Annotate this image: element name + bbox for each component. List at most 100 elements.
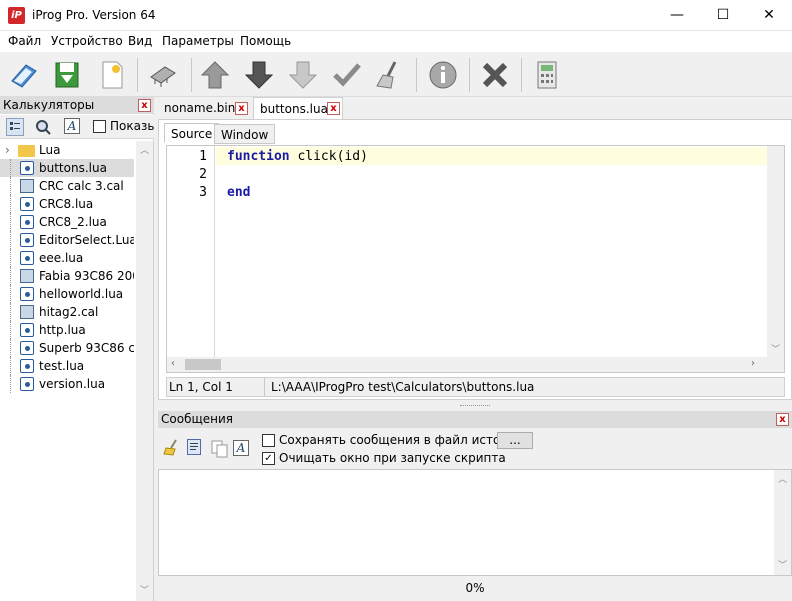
menu-help[interactable]: Помощь <box>240 34 291 48</box>
expand-chevron-icon[interactable]: › <box>5 141 10 159</box>
window-title: iProg Pro. Version 64 <box>32 8 156 22</box>
tree-item[interactable]: test.lua <box>0 357 134 375</box>
clear-on-start-checkbox[interactable]: ✓ <box>262 452 275 465</box>
tree-item-label: CRC calc 3.cal <box>39 179 124 193</box>
save-icon[interactable] <box>48 56 86 94</box>
new-file-icon[interactable] <box>92 56 130 94</box>
progress-status: 0% <box>465 581 485 595</box>
tree-folder[interactable]: › Lua <box>0 141 134 159</box>
subtab-window[interactable]: Window <box>214 124 276 144</box>
cancel-icon[interactable] <box>476 56 514 94</box>
scroll-up-icon[interactable]: ︿ <box>140 143 149 156</box>
messages-scrollbar[interactable]: ︿ ﹀ <box>774 470 791 575</box>
calculator-file-icon <box>20 269 34 283</box>
document-tabs: noname.bin x buttons.lua x <box>158 97 792 119</box>
scroll-left-icon[interactable]: ‹ <box>171 358 175 369</box>
lua-file-icon <box>20 377 34 391</box>
broom-icon[interactable] <box>370 56 408 94</box>
messages-output[interactable]: ︿ ﹀ <box>158 469 792 576</box>
editor-vscrollbar[interactable]: ﹀ <box>767 146 784 357</box>
menu-device[interactable]: Устройство <box>51 34 123 48</box>
clear-on-start-label: Очищать окно при запуске скрипта <box>279 451 506 465</box>
tree-item[interactable]: helloworld.lua <box>0 285 134 303</box>
font-icon[interactable]: A <box>233 440 249 456</box>
tree-guide-line <box>10 159 18 177</box>
info-icon[interactable] <box>424 56 462 94</box>
tree-guide-line <box>10 339 18 357</box>
duplicate-icon[interactable] <box>211 440 229 461</box>
clear-messages-icon[interactable] <box>162 438 180 459</box>
close-messages-icon[interactable]: x <box>776 413 789 426</box>
close-tab-icon[interactable]: x <box>235 102 248 115</box>
messages-header: Сообщения x <box>158 411 792 428</box>
editor-hscrollbar[interactable]: ‹ › <box>167 357 784 372</box>
close-tab-icon[interactable]: x <box>327 102 340 115</box>
tree-item[interactable]: CRC8_2.lua <box>0 213 134 231</box>
scroll-down-icon[interactable]: ﹀ <box>771 342 780 355</box>
tab-label: noname.bin <box>164 101 236 115</box>
code-line-3: end <box>227 185 250 200</box>
tree-item-label: Lua <box>39 143 61 157</box>
hscroll-thumb[interactable] <box>185 359 221 370</box>
font-icon[interactable]: A <box>64 118 80 134</box>
tree-item[interactable]: CRC calc 3.cal <box>0 177 134 195</box>
save-history-checkbox[interactable] <box>262 434 275 447</box>
panel-toolbar: A Показыв <box>0 115 154 139</box>
calculator-icon[interactable] <box>528 56 566 94</box>
toolbar <box>0 52 792 97</box>
tree-item[interactable]: buttons.lua <box>0 159 134 177</box>
tree-item[interactable]: eee.lua <box>0 249 134 267</box>
arrow-down-light-icon[interactable] <box>284 56 322 94</box>
tree-item[interactable]: version.lua <box>0 375 134 393</box>
scroll-down-icon[interactable]: ﹀ <box>778 558 787 571</box>
list-view-icon[interactable] <box>6 118 24 136</box>
splitter-grip[interactable] <box>460 405 490 408</box>
code-line-1: function click(id) <box>227 149 368 164</box>
tree-item[interactable]: hitag2.cal <box>0 303 134 321</box>
tree-guide-line <box>10 375 18 393</box>
tree-guide-line <box>10 249 18 267</box>
tree-guide-line <box>10 213 18 231</box>
tree-item-label: version.lua <box>39 377 106 391</box>
maximize-button[interactable]: ☐ <box>700 0 746 30</box>
scroll-up-icon[interactable]: ︿ <box>778 472 787 485</box>
menu-settings[interactable]: Параметры <box>162 34 234 48</box>
menu-file[interactable]: Файл <box>8 34 41 48</box>
tree-guide-line <box>10 231 18 249</box>
arrow-up-icon[interactable] <box>196 56 234 94</box>
tree-guide-line <box>10 267 18 285</box>
close-panel-icon[interactable]: x <box>138 99 151 112</box>
calculator-file-icon <box>20 179 34 193</box>
scroll-down-icon[interactable]: ﹀ <box>140 583 149 596</box>
tree-item[interactable]: EditorSelect.Lua <box>0 231 134 249</box>
scroll-right-icon[interactable]: › <box>751 358 755 369</box>
minimize-button[interactable]: — <box>654 0 700 30</box>
code-editor[interactable]: 1 2 3 function click(id) end ﹀ ‹ › <box>166 145 785 373</box>
menu-view[interactable]: Вид <box>128 34 152 48</box>
tree-scrollbar[interactable]: ︿ ﹀ <box>136 141 153 601</box>
tree-item[interactable]: Superb 93C86 cryp <box>0 339 134 357</box>
search-icon[interactable] <box>35 119 51 138</box>
calculator-file-icon <box>20 305 34 319</box>
tree-item-label: helloworld.lua <box>39 287 124 301</box>
tree-item[interactable]: http.lua <box>0 321 134 339</box>
messages-title: Сообщения <box>161 412 234 426</box>
check-icon[interactable] <box>328 56 366 94</box>
tree-item-label: Superb 93C86 cryp <box>39 341 134 355</box>
tree-item-label: http.lua <box>39 323 86 337</box>
lua-file-icon <box>20 341 34 355</box>
close-button[interactable]: ✕ <box>746 0 792 30</box>
arrow-down-icon[interactable] <box>240 56 278 94</box>
chip-icon[interactable] <box>144 56 182 94</box>
tree-item[interactable]: CRC8.lua <box>0 195 134 213</box>
save-history-label: Сохранять сообщения в файл истории <box>279 433 524 447</box>
tree-item[interactable]: Fabia 93C86 2006 e <box>0 267 134 285</box>
copy-messages-icon[interactable] <box>187 439 201 455</box>
browse-button[interactable]: ... <box>497 432 533 449</box>
tree-guide-line <box>10 303 18 321</box>
show-checkbox[interactable] <box>93 120 106 133</box>
open-icon[interactable] <box>5 56 43 94</box>
subtab-source[interactable]: Source <box>164 123 220 143</box>
panel-title: Калькуляторы <box>3 98 95 112</box>
lua-file-icon <box>20 323 34 337</box>
